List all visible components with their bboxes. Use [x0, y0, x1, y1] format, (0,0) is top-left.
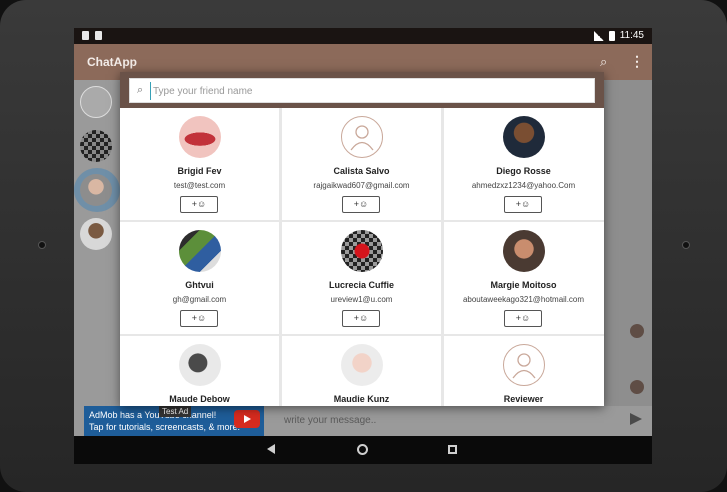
add-friend-button[interactable]: +☺ [504, 310, 542, 327]
sd-card-icon [82, 31, 89, 40]
search-icon: ⌕ [137, 84, 144, 96]
person-add-icon: +☺ [353, 313, 369, 323]
friend-name: Margie Moitoso [490, 280, 557, 290]
find-friends-dialog: ⌕ Brigid Fev test@test.com +☺ Calista Sa… [120, 72, 604, 406]
add-friend-button[interactable]: +☺ [342, 196, 380, 213]
add-friend-button[interactable]: +☺ [180, 310, 218, 327]
friend-name: Maude Debow [169, 394, 230, 404]
composer-bar: AdMob has a YouTube channel! Tap for tut… [74, 406, 652, 436]
friend-avatar [179, 116, 221, 158]
default-person-icon [350, 125, 374, 151]
youtube-icon [234, 410, 260, 428]
friend-name: Diego Rosse [496, 166, 551, 176]
friend-card: Diego Rosse ahmedzxz1234@yahoo.Com +☺ [444, 108, 604, 220]
conversation-list [74, 80, 120, 406]
message-bubble [630, 324, 644, 338]
friend-name: Lucrecia Cuffie [328, 280, 395, 290]
default-person-icon [512, 353, 536, 379]
friend-card: Margie Moitoso aboutaweekago321@hotmail.… [444, 222, 604, 334]
friend-card: Maudie Kunz [282, 336, 441, 406]
friend-card: Brigid Fev test@test.com +☺ [120, 108, 279, 220]
conversation-avatar[interactable] [80, 218, 112, 250]
add-friend-button[interactable]: +☺ [504, 196, 542, 213]
friend-name: Brigid Fev [177, 166, 222, 176]
recents-icon[interactable] [448, 445, 457, 454]
friend-card: Maude Debow [120, 336, 279, 406]
friend-avatar [341, 230, 383, 272]
person-add-icon: +☺ [515, 313, 531, 323]
home-icon[interactable] [357, 444, 368, 455]
screen: 11:45 ChatApp ⌕ ⋮ AdMob has a YouTube ch… [74, 28, 652, 464]
friend-avatar [341, 116, 383, 158]
battery-icon [608, 30, 615, 41]
add-friend-button[interactable]: +☺ [180, 196, 218, 213]
friend-avatar [179, 344, 221, 386]
person-add-icon: +☺ [515, 199, 531, 209]
person-add-icon: +☺ [191, 199, 207, 209]
friend-card: Calista Salvo rajgaikwad607@gmail.com +☺ [282, 108, 441, 220]
friend-email: test@test.com [173, 181, 226, 190]
friend-name: Calista Salvo [333, 166, 390, 176]
search-icon[interactable]: ⌕ [600, 54, 607, 70]
message-input[interactable]: write your message.. [284, 415, 376, 426]
friend-email: ahmedzxz1234@yahoo.Com [471, 181, 576, 190]
back-icon[interactable] [267, 444, 275, 454]
signal-icon [593, 30, 604, 41]
friend-name: Reviewer [503, 394, 544, 404]
friend-search-input[interactable] [150, 82, 590, 100]
friend-name: Ghtvui [185, 280, 214, 290]
friend-avatar [341, 344, 383, 386]
friend-avatar [503, 344, 545, 386]
person-add-icon: +☺ [353, 199, 369, 209]
navigation-bar [74, 436, 652, 464]
friend-avatar [179, 230, 221, 272]
friend-card: Lucrecia Cuffie ureview1@u.com +☺ [282, 222, 441, 334]
friend-search-box: ⌕ [129, 78, 595, 103]
add-friend-button[interactable]: +☺ [342, 310, 380, 327]
conversation-avatar[interactable] [80, 86, 112, 118]
status-bar: 11:45 [74, 28, 652, 44]
friends-grid: Brigid Fev test@test.com +☺ Calista Salv… [120, 108, 604, 406]
tablet-frame: 11:45 ChatApp ⌕ ⋮ AdMob has a YouTube ch… [0, 0, 727, 492]
camera-left [38, 241, 46, 249]
android-icon [95, 31, 102, 40]
test-ad-badge: Test Ad [159, 406, 192, 417]
message-bubble [630, 380, 644, 394]
clock: 11:45 [619, 30, 644, 41]
friend-avatar [503, 230, 545, 272]
friend-card: Ghtvui gh@gmail.com +☺ [120, 222, 279, 334]
conversation-avatar[interactable] [80, 174, 112, 206]
more-vert-icon[interactable]: ⋮ [630, 53, 644, 70]
friend-card: Reviewer [444, 336, 604, 406]
friend-name: Maudie Kunz [333, 394, 390, 404]
person-add-icon: +☺ [191, 313, 207, 323]
camera-right [682, 241, 690, 249]
send-icon[interactable] [630, 413, 642, 425]
friend-avatar [503, 116, 545, 158]
friend-email: rajgaikwad607@gmail.com [313, 181, 410, 190]
app-title: ChatApp [87, 55, 137, 69]
friend-email: gh@gmail.com [172, 295, 227, 304]
conversation-avatar[interactable] [80, 130, 112, 162]
dialog-header: ⌕ [120, 72, 604, 108]
friend-email: ureview1@u.com [330, 295, 393, 304]
friend-email: aboutaweekago321@hotmail.com [462, 295, 585, 304]
